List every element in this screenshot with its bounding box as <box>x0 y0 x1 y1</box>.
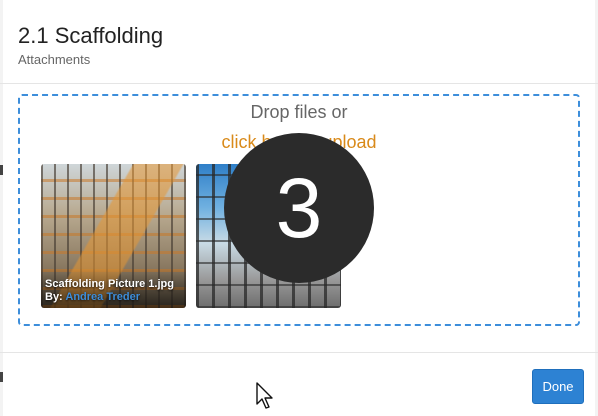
attachment-caption: Scaffolding Picture 1.jpg By: Andrea Tre… <box>45 278 174 304</box>
background-edge-mark <box>0 165 3 175</box>
attachment-author-link[interactable]: Andrea Treder <box>65 291 140 303</box>
footer-divider <box>0 352 598 353</box>
mouse-pointer-icon <box>256 382 273 409</box>
attachment-byline: By: Andrea Treder <box>45 291 174 304</box>
header-divider <box>0 83 598 84</box>
attachment-thumbnail[interactable]: Scaffolding Picture 1.jpg By: Andrea Tre… <box>41 164 186 308</box>
step-number-badge: 3 <box>224 133 374 283</box>
attachments-modal: 2.1 Scaffolding Attachments Drop files o… <box>0 0 598 416</box>
attachment-by-label: By: <box>45 291 63 303</box>
modal-title: 2.1 Scaffolding <box>18 23 164 48</box>
modal-header: 2.1 Scaffolding Attachments <box>18 22 580 67</box>
attachment-filename: Scaffolding Picture 1.jpg <box>45 278 174 290</box>
modal-subtitle: Attachments <box>18 52 91 67</box>
background-edge-mark <box>0 372 3 382</box>
done-button[interactable]: Done <box>532 369 584 404</box>
modal-left-edge <box>0 0 3 416</box>
drop-files-text: Drop files or <box>250 102 348 122</box>
